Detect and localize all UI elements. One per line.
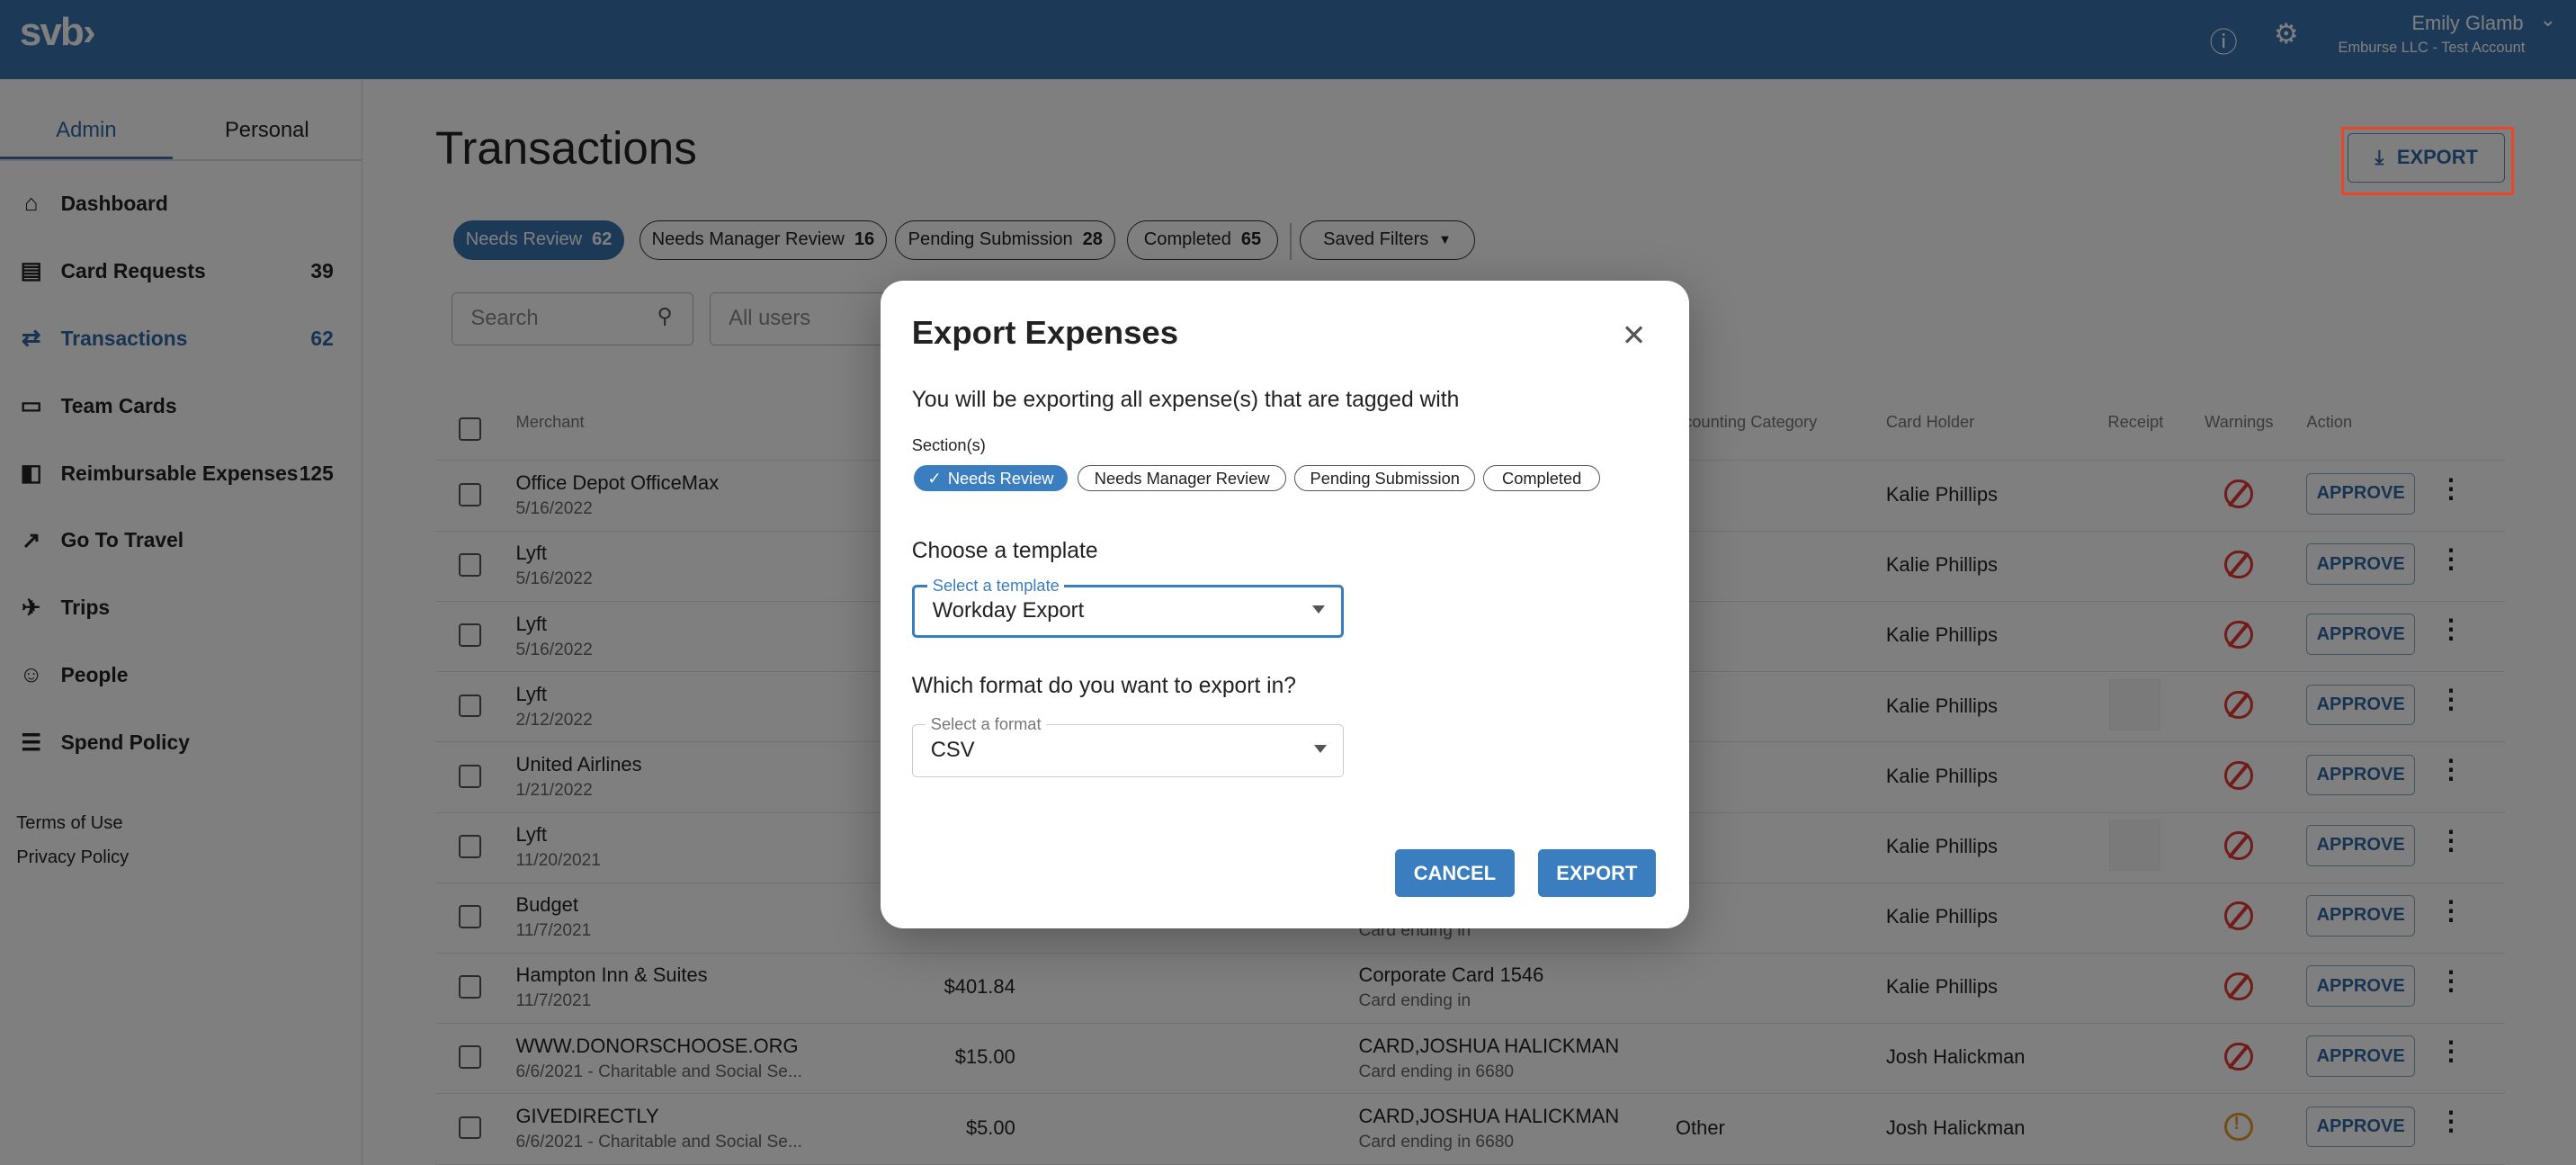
close-icon[interactable]: ✕ bbox=[1622, 318, 1647, 353]
cancel-button[interactable]: CANCEL bbox=[1394, 849, 1516, 898]
format-heading: Which format do you want to export in? bbox=[911, 673, 1297, 698]
section-chip-label: Needs Manager Review bbox=[1094, 468, 1270, 488]
sections-label: Section(s) bbox=[911, 435, 986, 455]
section-chip-pending-submission[interactable]: Pending Submission bbox=[1294, 464, 1476, 492]
template-select-label: Select a template bbox=[927, 576, 1065, 596]
export-confirm-button[interactable]: EXPORT bbox=[1537, 849, 1657, 898]
template-select-value: Workday Export bbox=[932, 599, 1085, 623]
section-chip-label: Completed bbox=[1502, 468, 1582, 488]
dialog-title: Export Expenses bbox=[911, 313, 1179, 351]
caret-down-icon bbox=[1311, 605, 1325, 614]
highlight-box bbox=[2340, 126, 2514, 196]
section-chip-needs-manager-review[interactable]: Needs Manager Review bbox=[1078, 464, 1287, 492]
section-chip-needs-review[interactable]: ✓ Needs Review bbox=[913, 464, 1069, 492]
section-chip-completed[interactable]: Completed bbox=[1483, 464, 1600, 492]
export-expenses-dialog: Export Expenses ✕ You will be exporting … bbox=[881, 281, 1689, 928]
check-icon: ✓ bbox=[927, 468, 942, 488]
caret-down-icon bbox=[1313, 745, 1327, 754]
format-select[interactable]: Select a format CSV bbox=[911, 713, 1345, 777]
template-heading: Choose a template bbox=[911, 539, 1098, 564]
section-chip-label: Pending Submission bbox=[1310, 468, 1460, 488]
section-chip-label: Needs Review bbox=[947, 468, 1054, 488]
format-select-value: CSV bbox=[930, 739, 975, 763]
dialog-intro: You will be exporting all expense(s) tha… bbox=[911, 388, 1460, 413]
template-select[interactable]: Select a template Workday Export bbox=[911, 576, 1345, 638]
format-select-label: Select a format bbox=[926, 713, 1046, 734]
